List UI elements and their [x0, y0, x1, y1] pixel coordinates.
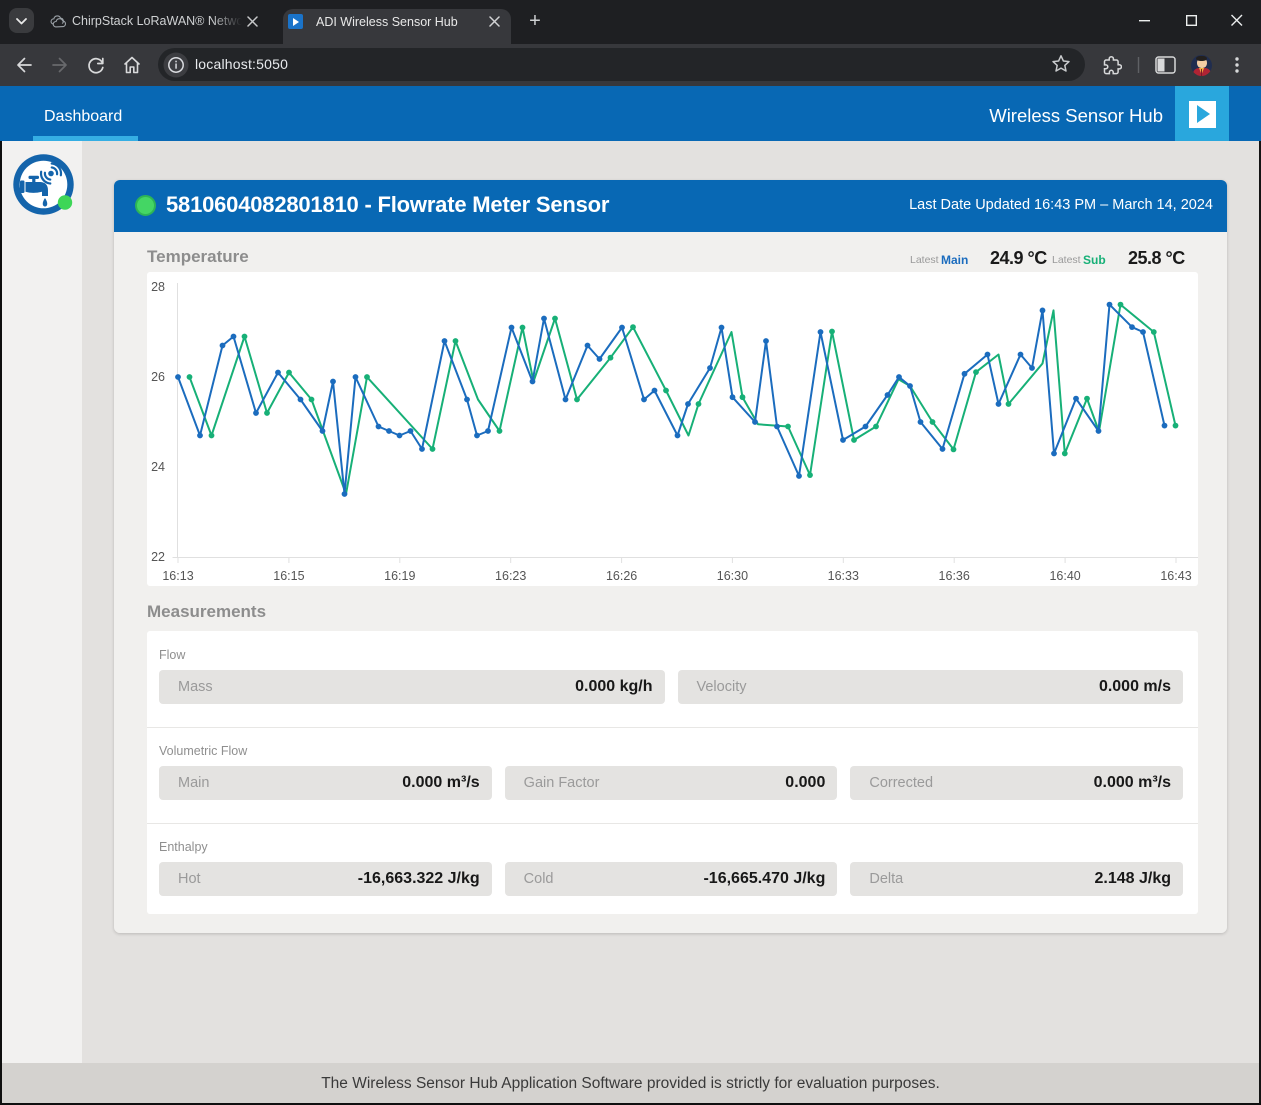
svg-text:16:36: 16:36: [939, 569, 970, 583]
svg-text:28: 28: [151, 280, 165, 294]
svg-text:16:23: 16:23: [495, 569, 526, 583]
svg-text:16:43: 16:43: [1160, 569, 1191, 583]
svg-text:16:15: 16:15: [273, 569, 304, 583]
svg-text:16:40: 16:40: [1049, 569, 1080, 583]
svg-text:16:19: 16:19: [384, 569, 415, 583]
svg-text:26: 26: [151, 370, 165, 384]
svg-text:16:13: 16:13: [162, 569, 193, 583]
svg-text:22: 22: [151, 550, 165, 564]
svg-text:16:30: 16:30: [717, 569, 748, 583]
svg-text:24: 24: [151, 460, 165, 474]
svg-text:16:33: 16:33: [828, 569, 859, 583]
svg-text:16:26: 16:26: [606, 569, 637, 583]
